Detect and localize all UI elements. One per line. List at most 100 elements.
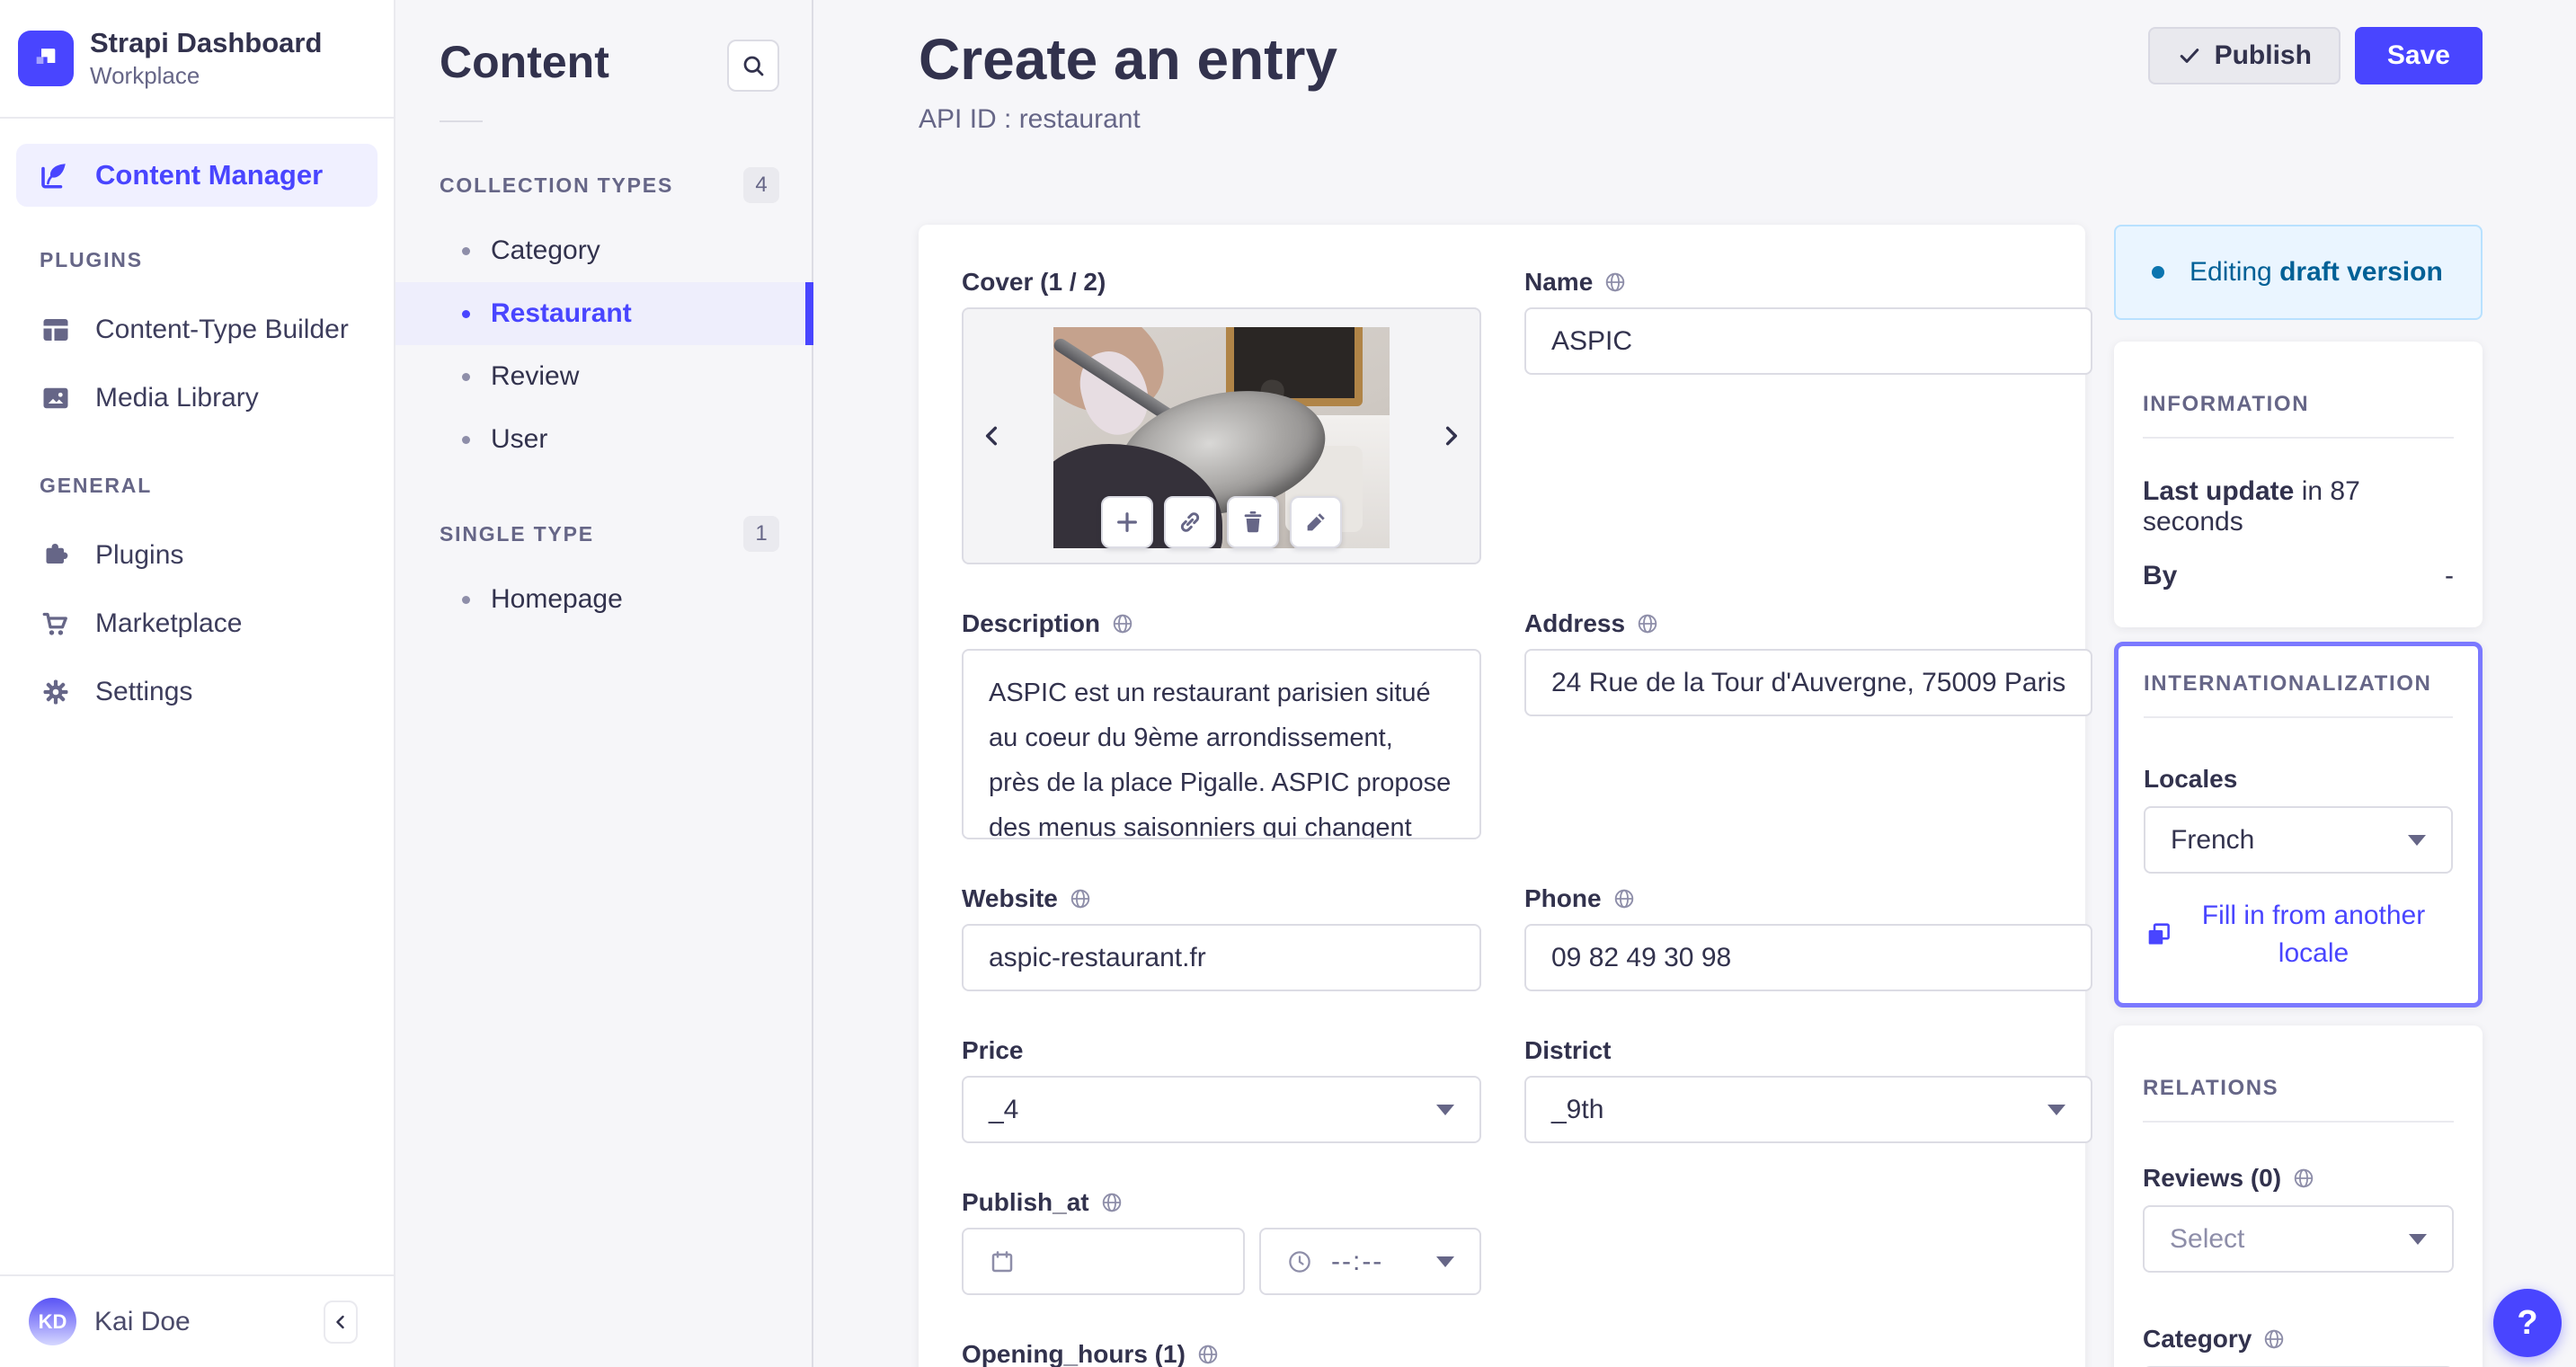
district-field: District _9th [1524,1036,2093,1143]
globe-icon [1638,614,1657,634]
page-title: Create an entry [919,27,1337,92]
by-label: By [2143,561,2178,590]
single-type-count-badge: 1 [743,516,779,552]
chevron-left-icon [336,1315,344,1328]
divider [2143,437,2454,439]
district-select[interactable]: _9th [1524,1076,2093,1143]
globe-icon [1070,889,1090,909]
gear-icon [43,679,68,705]
chevron-down-icon [2047,1104,2066,1115]
delete-asset-button[interactable] [1227,496,1279,548]
api-id-subtitle: API ID : restaurant [919,104,1141,134]
fill-from-locale-link[interactable]: Fill in from another locale [2144,897,2453,972]
copy-link-button[interactable] [1164,496,1216,548]
subnav-item-user[interactable]: User [395,408,812,471]
collection-types-count-badge: 4 [743,167,779,203]
clock-icon [1289,1250,1310,1273]
phone-input[interactable]: 09 82 49 30 98 [1524,924,2093,991]
chevron-down-icon [2409,1233,2427,1245]
address-input[interactable]: 24 Rue de la Tour d'Auvergne, 75009 Pari… [1524,649,2093,716]
divider [2143,1121,2454,1123]
district-label: District [1524,1036,1612,1064]
workspace-brand[interactable]: Strapi Dashboard Workplace [0,0,394,117]
search-button[interactable] [727,40,779,92]
sidebar-divider [0,117,394,119]
sidebar-item-plugins[interactable]: Plugins [0,521,394,590]
publish-at-field: Publish_at --:-- [962,1188,1481,1295]
save-button[interactable]: Save [2354,27,2483,84]
subnav-item-label: User [491,424,548,454]
collapse-sidebar-button[interactable] [324,1300,358,1344]
workspace-subtitle: Workplace [90,62,200,89]
relations-card: RELATIONS Reviews (0) Select Category [2114,1025,2483,1367]
draft-status-banner: Editing draft version [2114,225,2483,320]
help-button[interactable]: ? [2493,1289,2562,1357]
subnav-divider [440,120,483,122]
sidebar-item-content-manager[interactable]: Content Manager [16,144,378,207]
chevron-left-icon [985,426,998,446]
workspace-title: Strapi Dashboard [90,27,323,58]
publish-at-time-input[interactable]: --:-- [1259,1228,1481,1295]
link-icon [1180,512,1200,532]
chevron-right-icon [1445,426,1458,446]
internationalization-card: INTERNATIONALIZATION Locales French Fill… [2114,642,2483,1007]
cover-carousel [962,307,1481,564]
publish-at-date-input[interactable] [962,1228,1245,1295]
add-asset-button[interactable] [1101,496,1153,548]
sidebar-item-media-library[interactable]: Media Library [0,364,394,432]
media-icon [43,387,68,409]
price-label: Price [962,1036,1024,1064]
price-select[interactable]: _4 [962,1076,1481,1143]
fill-from-locale-label: Fill in from another locale [2201,901,2426,968]
divider [2144,716,2453,718]
address-label: Address [1524,609,1626,637]
website-input[interactable]: aspic-restaurant.fr [962,924,1481,991]
description-textarea[interactable]: ASPIC est un restaurant parisien situé a… [962,649,1481,839]
group-title-single-type: SINGLE TYPE [440,521,594,546]
bullet-icon [462,246,470,255]
sidebar-item-label: Settings [95,677,193,706]
content-manager-feather-icon [41,164,66,189]
calendar-icon [991,1250,1013,1272]
address-field: Address 24 Rue de la Tour d'Auvergne, 75… [1524,609,2093,716]
main-content: Create an entry API ID : restaurant Publ… [813,0,2576,1367]
bullet-icon [462,309,470,318]
entry-form-card: Cover (1 / 2) Name ASPIC Description ASP… [919,225,2093,1367]
plus-icon [1117,512,1137,532]
entry-side-panel: Editing draft version INFORMATION Last u… [2114,225,2483,1367]
opening-hours-field: Opening_hours (1) [962,1340,1481,1367]
reviews-select[interactable]: Select [2143,1205,2454,1273]
globe-icon [2294,1168,2314,1188]
subnav-item-label: Review [491,361,580,391]
locales-select[interactable]: French [2144,806,2453,874]
bullet-icon [462,435,470,444]
sidebar-item-label: Plugins [95,540,184,570]
draft-prefix: Editing [2190,257,2272,287]
subnav-item-label: Homepage [491,584,623,614]
name-input[interactable]: ASPIC [1524,307,2093,375]
publish-button[interactable]: Publish [2147,27,2341,84]
relations-title: RELATIONS [2143,1076,2279,1100]
subnav-item-review[interactable]: Review [395,345,812,408]
subnav-item-restaurant[interactable]: Restaurant [395,282,813,345]
subnav-item-homepage[interactable]: Homepage [395,568,812,631]
carousel-next-button[interactable] [1431,416,1470,456]
group-title-collection-types: COLLECTION TYPES [440,173,674,197]
subnav-title: Content [440,37,609,87]
main-sidebar: Strapi Dashboard Workplace Content Manag… [0,0,395,1367]
sidebar-item-content-type-builder[interactable]: Content-Type Builder [0,296,394,364]
information-title: INFORMATION [2143,392,2310,416]
description-label: Description [962,609,1101,637]
publish-at-label: Publish_at [962,1188,1089,1216]
sidebar-item-marketplace[interactable]: Marketplace [0,590,394,658]
publish-label: Publish [2214,40,2312,70]
subnav-item-category[interactable]: Category [395,219,812,282]
last-update-label: Last update [2143,476,2295,506]
name-label: Name [1524,268,1594,296]
subnav-item-label: Category [491,235,600,265]
check-icon [2180,49,2198,63]
carousel-prev-button[interactable] [973,416,1012,456]
edit-asset-button[interactable] [1290,496,1342,548]
district-value: _9th [1551,1094,1604,1124]
sidebar-item-settings[interactable]: Settings [0,658,394,726]
